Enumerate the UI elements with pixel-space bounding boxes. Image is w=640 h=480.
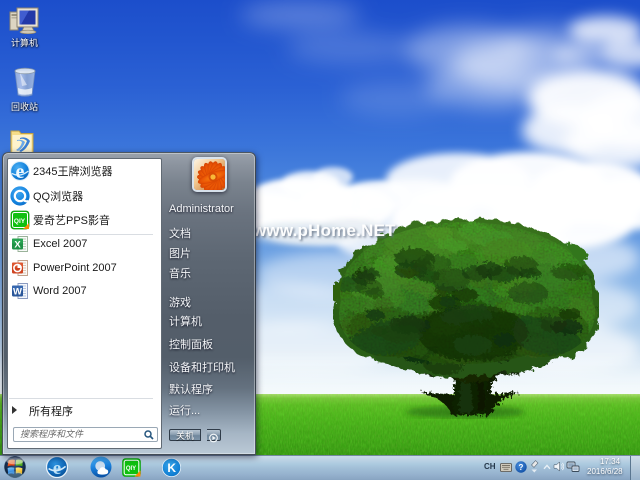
svg-text:K: K [167, 461, 176, 475]
svg-text:e: e [16, 161, 25, 181]
svg-text:QIY: QIY [126, 466, 136, 472]
svg-text:X: X [14, 240, 21, 251]
svg-text:e: e [53, 458, 61, 478]
svg-text:?: ? [519, 463, 524, 472]
svg-text:W: W [13, 287, 22, 298]
svg-text:QIY: QIY [14, 217, 26, 224]
